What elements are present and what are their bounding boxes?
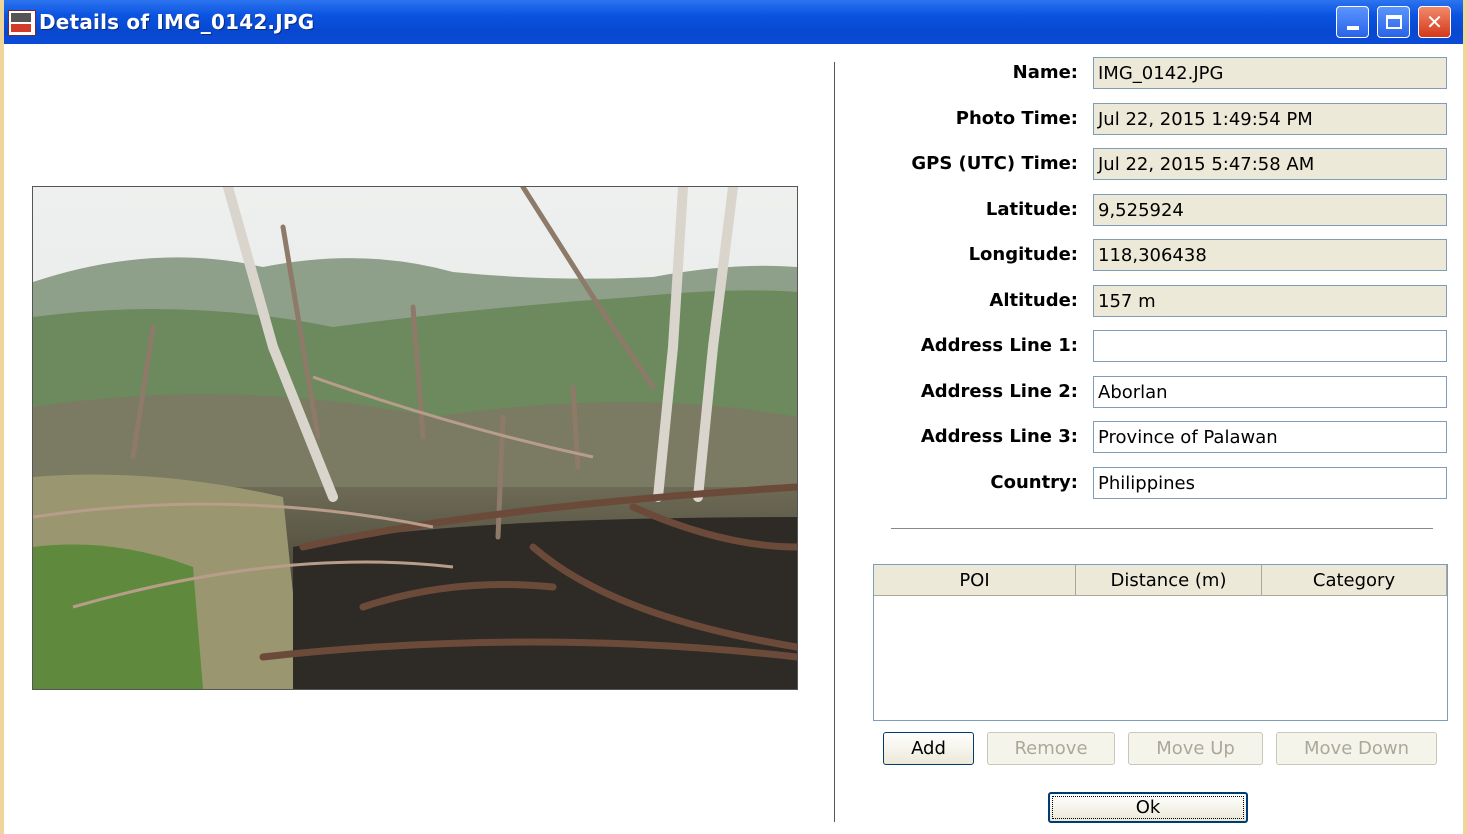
label-gps-utc-time: GPS (UTC) Time: xyxy=(911,153,1078,174)
details-window: Details of IMG_0142.JPG ✕ Name: IMG_0142… xyxy=(4,0,1463,834)
add-button[interactable]: Add xyxy=(883,732,974,765)
close-icon: ✕ xyxy=(1426,10,1443,34)
vertical-divider xyxy=(834,62,835,822)
photo-time-field[interactable]: Jul 22, 2015 1:49:54 PM xyxy=(1093,103,1447,135)
label-latitude: Latitude: xyxy=(985,199,1078,220)
window-title: Details of IMG_0142.JPG xyxy=(39,10,315,34)
altitude-field[interactable]: 157 m xyxy=(1093,285,1447,317)
label-name: Name: xyxy=(1012,62,1078,83)
address-line-3-field[interactable]: Province of Palawan xyxy=(1093,421,1447,453)
photo-preview xyxy=(32,186,798,690)
maximize-icon xyxy=(1385,15,1402,29)
address-line-2-field[interactable]: Aborlan xyxy=(1093,376,1447,408)
ok-button[interactable]: Ok xyxy=(1048,792,1248,823)
country-field[interactable]: Philippines xyxy=(1093,467,1447,499)
longitude-field[interactable]: 118,306438 xyxy=(1093,239,1447,271)
address-line-1-field[interactable] xyxy=(1093,330,1447,362)
column-header-category[interactable]: Category xyxy=(1262,565,1447,596)
label-address-line-1: Address Line 1: xyxy=(920,335,1078,356)
poi-table[interactable]: POI Distance (m) Category xyxy=(873,564,1448,721)
column-header-distance[interactable]: Distance (m) xyxy=(1076,565,1262,596)
minimize-icon xyxy=(1346,26,1359,30)
label-longitude: Longitude: xyxy=(968,244,1078,265)
remove-button[interactable]: Remove xyxy=(987,732,1115,765)
gps-photo-app-icon xyxy=(8,10,36,36)
gps-utc-time-field[interactable]: Jul 22, 2015 5:47:58 AM xyxy=(1093,148,1447,180)
minimize-button[interactable] xyxy=(1336,6,1369,38)
name-field[interactable]: IMG_0142.JPG xyxy=(1093,57,1447,89)
maximize-button[interactable] xyxy=(1377,6,1410,38)
latitude-field[interactable]: 9,525924 xyxy=(1093,194,1447,226)
label-address-line-3: Address Line 3: xyxy=(920,426,1078,447)
title-bar[interactable]: Details of IMG_0142.JPG ✕ xyxy=(4,0,1463,44)
label-altitude: Altitude: xyxy=(989,290,1078,311)
label-country: Country: xyxy=(990,472,1078,493)
close-button[interactable]: ✕ xyxy=(1418,6,1451,38)
poi-table-header: POI Distance (m) Category xyxy=(874,565,1447,596)
horizontal-divider xyxy=(891,528,1433,529)
column-header-poi[interactable]: POI xyxy=(874,565,1076,596)
label-address-line-2: Address Line 2: xyxy=(920,381,1078,402)
label-photo-time: Photo Time: xyxy=(955,108,1078,129)
move-up-button[interactable]: Move Up xyxy=(1128,732,1263,765)
move-down-button[interactable]: Move Down xyxy=(1276,732,1437,765)
